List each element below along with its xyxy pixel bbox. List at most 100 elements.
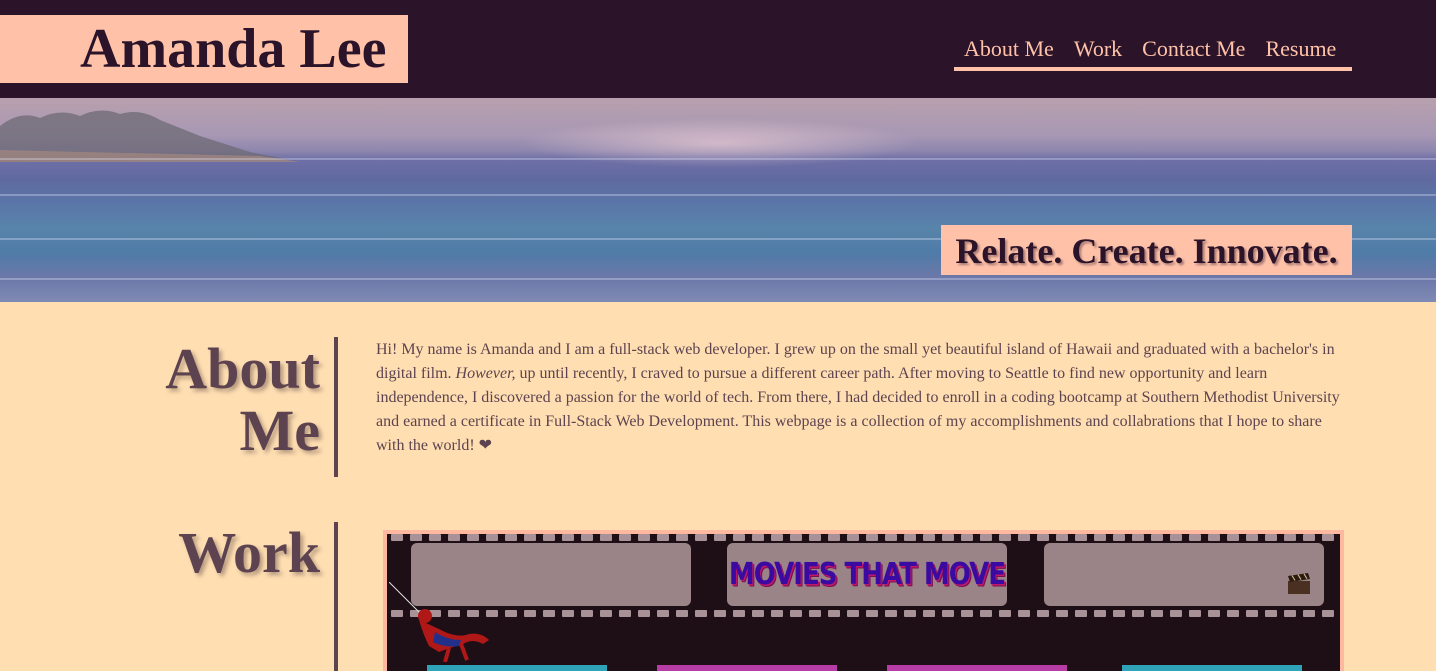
project-title: MOVIES THAT MOVE xyxy=(728,557,1006,593)
project-card-movies[interactable]: MOVIES THAT MOVE xyxy=(383,530,1344,671)
sprocket-hole xyxy=(1208,534,1220,541)
sprocket-hole xyxy=(505,610,517,617)
project-tag-bar xyxy=(1122,665,1302,671)
sprocket-hole xyxy=(1227,610,1239,617)
clapperboard-icon xyxy=(1288,573,1310,594)
sprocket-hole xyxy=(600,610,612,617)
sprocket-hole xyxy=(657,610,669,617)
sprocket-hole xyxy=(448,534,460,541)
about-paragraph: Hi! My name is Amanda and I am a full-st… xyxy=(376,338,1346,458)
project-thumbnail: MOVIES THAT MOVE xyxy=(387,534,1340,671)
sprocket-hole xyxy=(714,534,726,541)
sprocket-hole xyxy=(581,534,593,541)
sprocket-hole xyxy=(790,610,802,617)
sprocket-hole xyxy=(1075,610,1087,617)
sprocket-hole xyxy=(1113,534,1125,541)
sprocket-hole xyxy=(600,534,612,541)
sprocket-hole xyxy=(1018,534,1030,541)
sprocket-hole xyxy=(752,534,764,541)
sprocket-hole xyxy=(828,534,840,541)
sprocket-hole xyxy=(619,610,631,617)
sprocket-hole xyxy=(790,534,802,541)
sprocket-hole xyxy=(1246,610,1258,617)
project-tag-bar xyxy=(657,665,837,671)
sprocket-hole xyxy=(1094,534,1106,541)
sunset-glow xyxy=(520,118,920,168)
sprocket-hole xyxy=(1227,534,1239,541)
sprocket-hole xyxy=(923,610,935,617)
film-frame-right xyxy=(1044,543,1324,606)
sprocket-hole xyxy=(1151,534,1163,541)
about-heading-line1: About xyxy=(165,336,320,401)
sprocket-hole xyxy=(543,534,555,541)
shoreline-image xyxy=(0,110,300,162)
site-logo[interactable]: Amanda Lee xyxy=(0,15,408,83)
sprocket-hole xyxy=(1056,610,1068,617)
sprocket-hole xyxy=(885,610,897,617)
sprocket-hole xyxy=(733,610,745,617)
project-tag-bar xyxy=(427,665,607,671)
sprocket-hole xyxy=(1303,534,1315,541)
film-frame-center: MOVIES THAT MOVE xyxy=(727,543,1007,606)
sprocket-hole xyxy=(866,534,878,541)
sprocket-hole xyxy=(1284,534,1296,541)
sprocket-hole xyxy=(1265,610,1277,617)
hero-banner: Relate. Create. Innovate. xyxy=(0,98,1436,302)
sprocket-hole xyxy=(1170,610,1182,617)
about-text-part2: up until recently, I craved to pursue a … xyxy=(376,365,1340,454)
sprocket-hole xyxy=(771,610,783,617)
project-tag-bar xyxy=(887,665,1067,671)
sprocket-hole xyxy=(809,534,821,541)
about-heading: About Me xyxy=(165,338,320,462)
sprocket-hole xyxy=(1284,610,1296,617)
sprocket-hole xyxy=(638,610,650,617)
work-divider xyxy=(334,522,338,671)
sprocket-hole xyxy=(429,534,441,541)
sprocket-hole xyxy=(1151,610,1163,617)
nav-link-contact[interactable]: Contact Me xyxy=(1142,34,1245,64)
spiderman-icon xyxy=(389,582,489,662)
sprocket-hole xyxy=(828,610,840,617)
sprocket-hole xyxy=(524,610,536,617)
sprocket-hole xyxy=(1056,534,1068,541)
nav-link-about[interactable]: About Me xyxy=(964,34,1054,64)
sprocket-hole xyxy=(1322,610,1334,617)
sprocket-hole xyxy=(904,610,916,617)
sprocket-hole xyxy=(752,610,764,617)
sprocket-hole xyxy=(1075,534,1087,541)
nav-link-resume[interactable]: Resume xyxy=(1265,34,1336,64)
sprocket-hole xyxy=(562,534,574,541)
sprocket-hole xyxy=(1037,610,1049,617)
about-heading-line2: Me xyxy=(239,398,321,463)
sprocket-hole xyxy=(619,534,631,541)
sprocket-hole xyxy=(581,610,593,617)
sprocket-hole xyxy=(961,610,973,617)
sprocket-hole xyxy=(638,534,650,541)
sprocket-hole xyxy=(980,534,992,541)
sprocket-hole xyxy=(1208,610,1220,617)
sprocket-hole xyxy=(714,610,726,617)
sprocket-hole xyxy=(1037,534,1049,541)
nav-link-work[interactable]: Work xyxy=(1074,34,1122,64)
hero-tagline: Relate. Create. Innovate. xyxy=(941,225,1352,275)
main-nav: About Me Work Contact Me Resume xyxy=(954,34,1352,71)
sprocket-hole xyxy=(885,534,897,541)
sprocket-hole xyxy=(1189,610,1201,617)
sprocket-hole xyxy=(1265,534,1277,541)
site-header: Amanda Lee About Me Work Contact Me Resu… xyxy=(0,0,1436,98)
sprocket-hole xyxy=(923,534,935,541)
sprocket-hole xyxy=(847,610,859,617)
sprocket-hole xyxy=(942,534,954,541)
sprocket-hole xyxy=(961,534,973,541)
work-heading: Work xyxy=(178,520,320,585)
about-text-emphasis: However, xyxy=(455,365,516,382)
sprocket-hole xyxy=(999,610,1011,617)
sprocket-hole xyxy=(733,534,745,541)
wave-line xyxy=(0,194,1436,196)
sprocket-hole xyxy=(1189,534,1201,541)
about-divider xyxy=(334,337,338,477)
sprocket-hole xyxy=(695,610,707,617)
sprocket-hole xyxy=(771,534,783,541)
sprocket-hole xyxy=(1322,534,1334,541)
sprocket-hole xyxy=(999,534,1011,541)
